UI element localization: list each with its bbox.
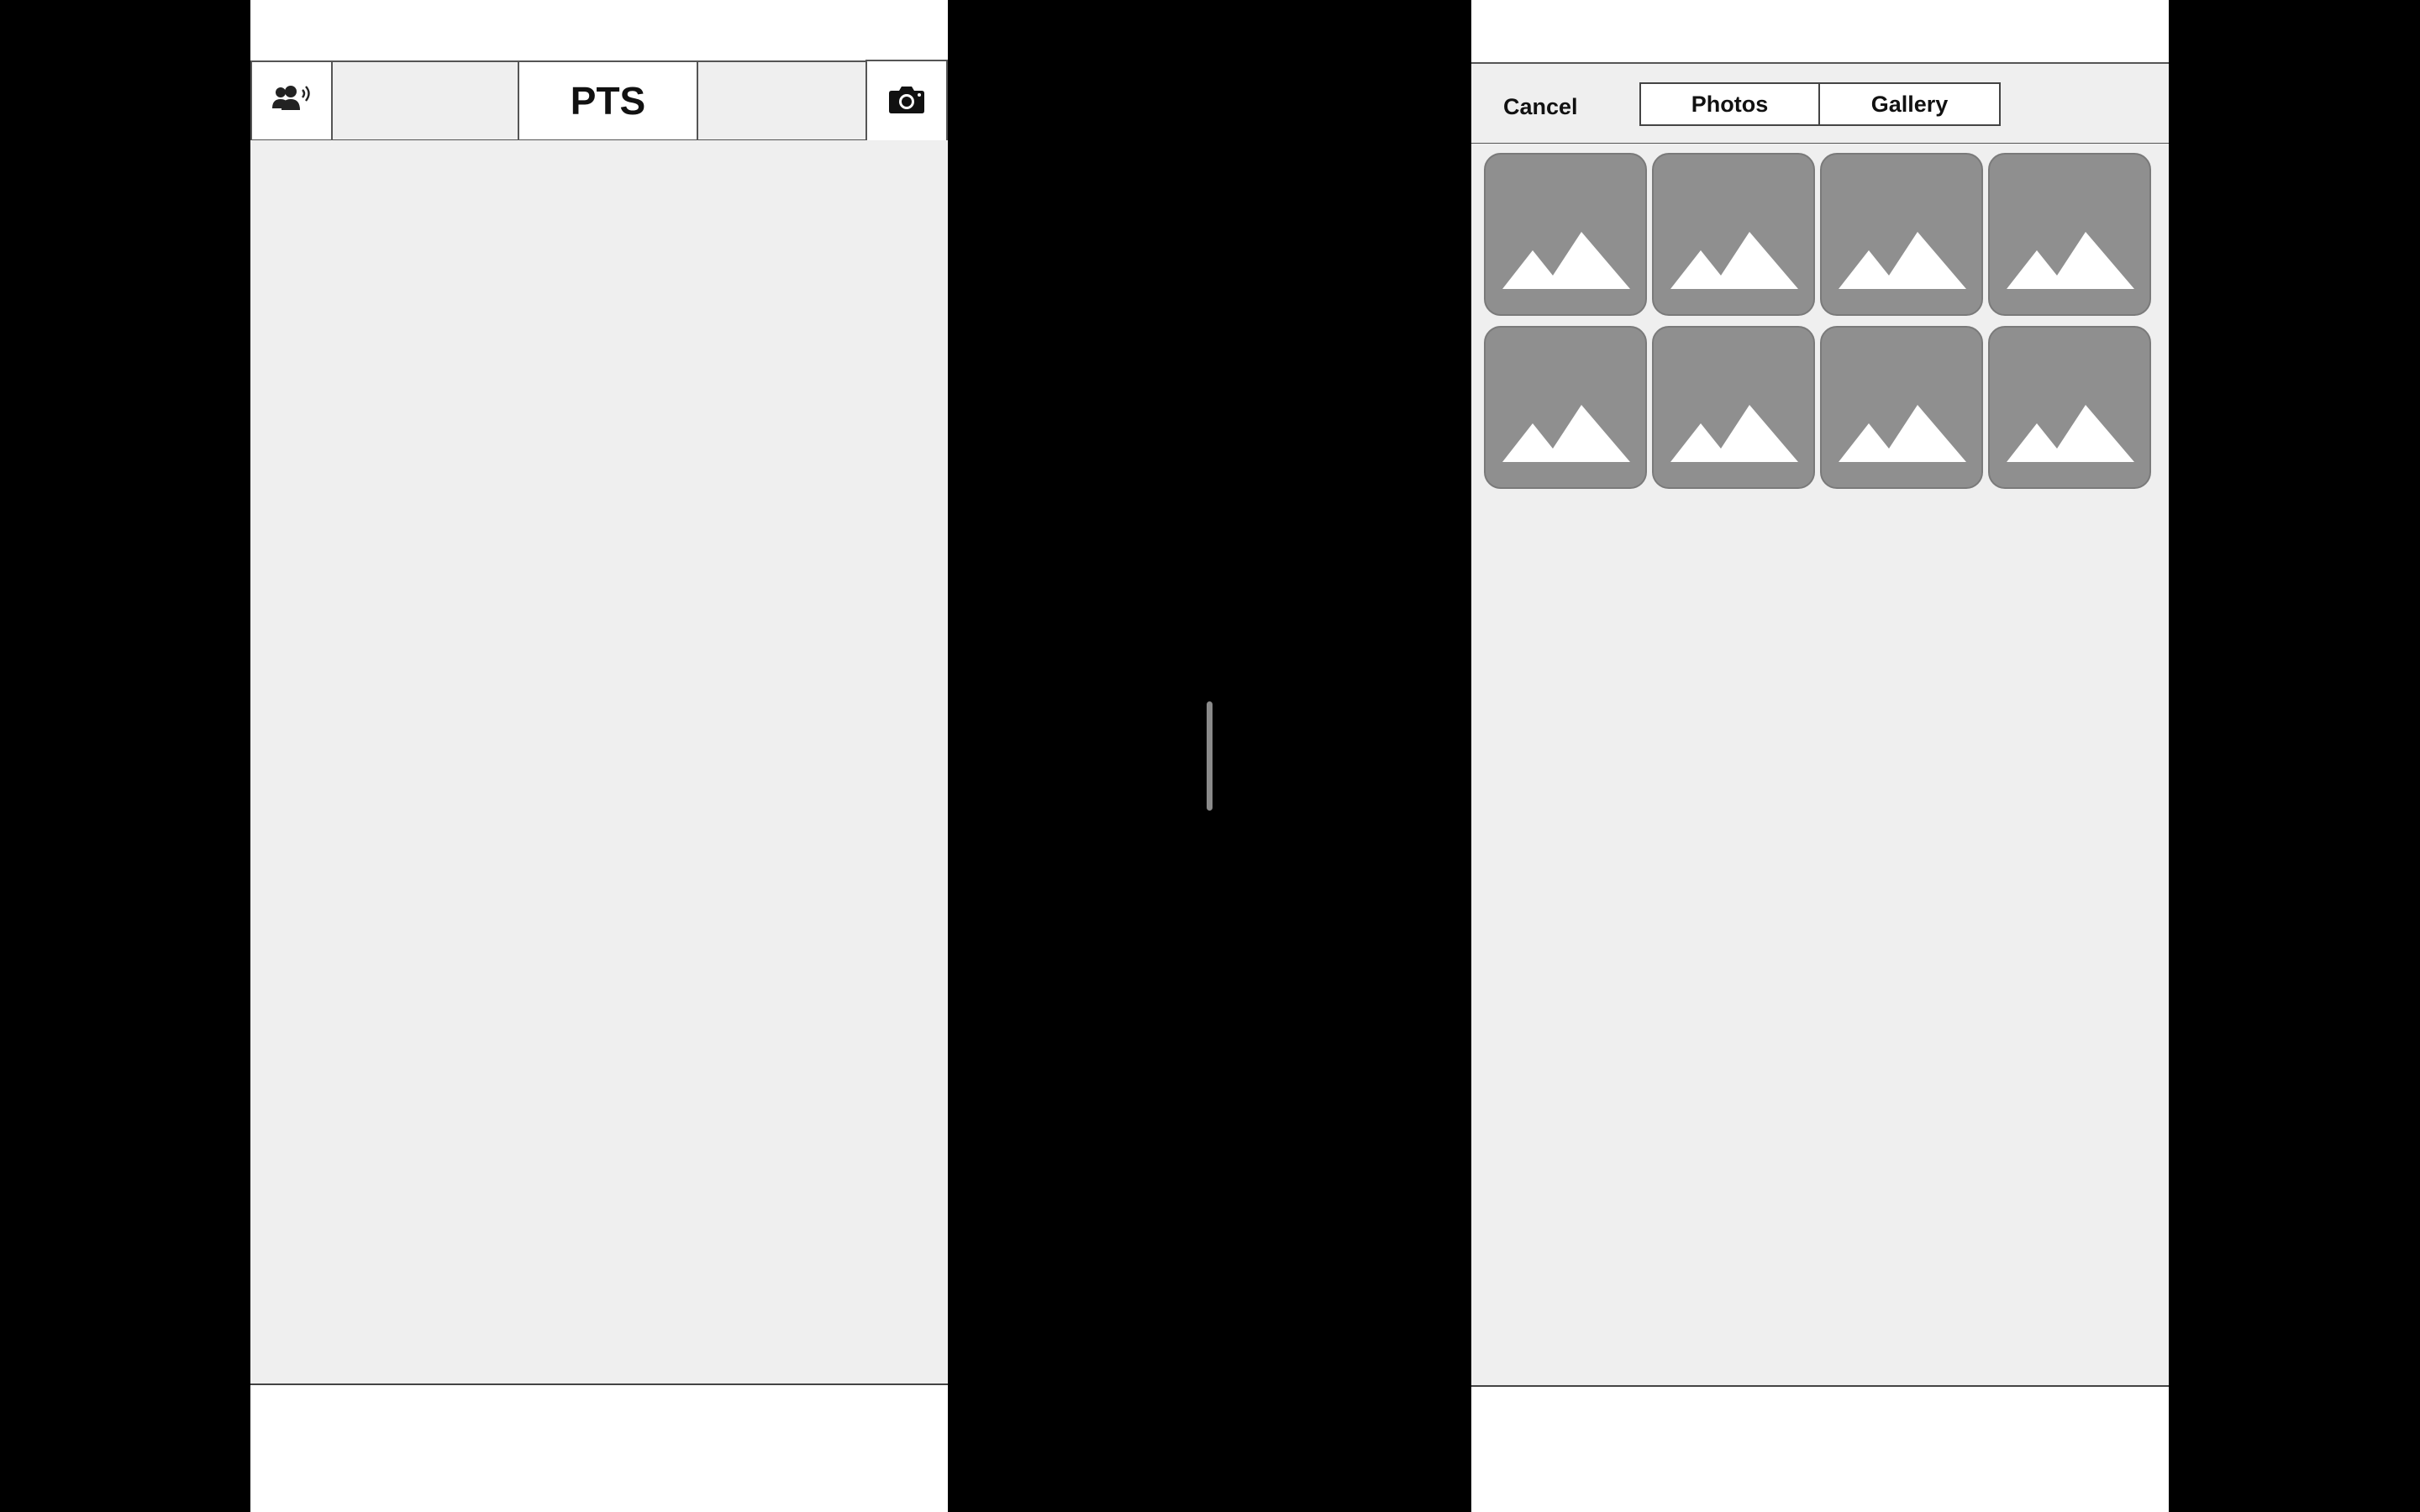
nav-title-cell: PTS [519, 62, 698, 139]
people-broadcast-button[interactable] [250, 62, 333, 139]
gallery-segment[interactable]: Gallery [1820, 82, 2001, 126]
cancel-button[interactable]: Cancel [1503, 94, 1578, 120]
photos-segment[interactable]: Photos [1639, 82, 1820, 126]
camera-button[interactable] [865, 60, 948, 142]
photo-thumbnail[interactable] [1988, 326, 2151, 489]
camera-icon [888, 84, 925, 118]
people-broadcast-icon [271, 85, 313, 118]
nav-blank-cell-left [333, 62, 519, 139]
photo-thumbnail[interactable] [1820, 153, 1983, 316]
page-title: PTS [570, 79, 646, 123]
photo-thumbnail[interactable] [1988, 153, 2151, 316]
left-phone-screen: PTS [250, 0, 948, 1512]
photo-thumbnail[interactable] [1484, 153, 1647, 316]
photo-thumbnail[interactable] [1484, 326, 1647, 489]
photo-thumbnail[interactable] [1652, 326, 1815, 489]
photo-grid [1484, 153, 2151, 489]
left-content-area [250, 140, 948, 1385]
right-phone-screen: Cancel Photos Gallery [1471, 0, 2169, 1512]
top-nav-bar: PTS [250, 60, 948, 142]
nav-blank-cell-right [698, 62, 866, 139]
photo-thumbnail[interactable] [1820, 326, 1983, 489]
photo-picker-header: Cancel Photos Gallery [1471, 62, 2169, 144]
photo-thumbnail[interactable] [1652, 153, 1815, 316]
split-view-divider-handle[interactable] [1207, 701, 1213, 811]
photo-grid-area [1471, 144, 2169, 1387]
source-segmented-control: Photos Gallery [1639, 82, 2001, 126]
